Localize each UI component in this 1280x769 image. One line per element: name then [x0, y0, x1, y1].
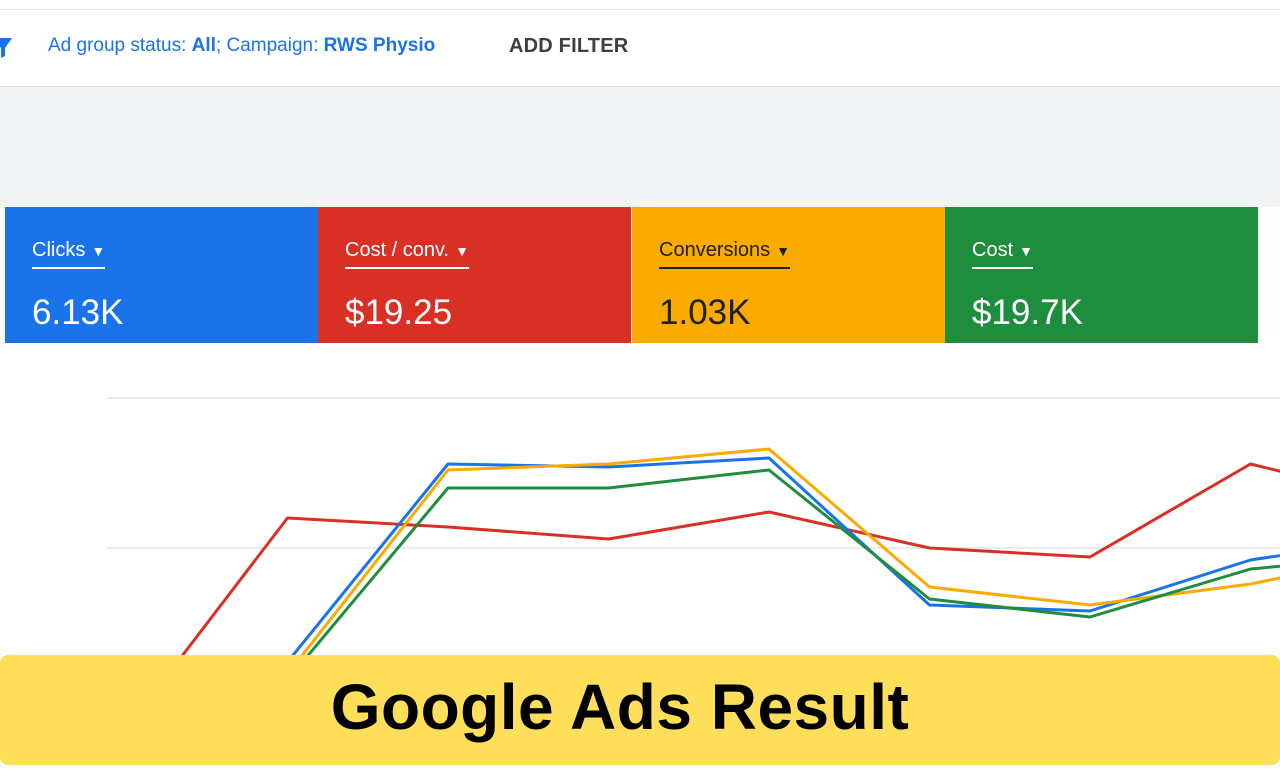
filter-icon[interactable] — [0, 34, 14, 60]
metric-label: Cost / conv. — [345, 239, 450, 261]
gray-spacer — [0, 87, 1280, 207]
metric-selector-clicks[interactable]: Clicks ▼ — [32, 239, 106, 269]
metric-label: Cost — [972, 239, 1014, 261]
series-cost-per-conversion-line — [180, 462, 1280, 655]
series-clicks-line — [291, 456, 1280, 655]
caret-down-icon: ▼ — [455, 242, 469, 259]
metric-card-clicks[interactable]: Clicks ▼ 6.13K — [5, 207, 318, 343]
result-banner: Google Ads Result — [0, 655, 1280, 765]
underline — [32, 267, 106, 269]
series-conversions-line — [300, 447, 1280, 655]
metric-selector-conversions[interactable]: Conversions ▼ — [659, 239, 791, 269]
metric-value: $19.7K — [972, 293, 1083, 332]
metric-selector-cost[interactable]: Cost ▼ — [972, 239, 1033, 269]
metric-value: 1.03K — [659, 293, 751, 332]
divider — [0, 9, 1280, 10]
filter-bar: Ad group status: All; Campaign: RWS Phys… — [0, 0, 1280, 87]
campaign-filter-value: RWS Physio — [323, 35, 436, 56]
add-filter-button[interactable]: ADD FILTER — [509, 35, 628, 58]
metric-value: 6.13K — [32, 293, 124, 332]
caret-down-icon: ▼ — [1019, 242, 1033, 259]
underline — [972, 267, 1033, 269]
metric-label: Conversions — [659, 239, 771, 261]
status-filter-label: Ad group status: — [48, 35, 192, 56]
caret-down-icon: ▼ — [776, 242, 791, 259]
caret-down-icon: ▼ — [91, 242, 106, 259]
metric-value: $19.25 — [345, 293, 453, 332]
underline — [659, 267, 791, 269]
metric-label: Clicks — [32, 239, 86, 261]
active-filters[interactable]: Ad group status: All; Campaign: RWS Phys… — [48, 35, 435, 57]
status-filter-value: All — [191, 35, 216, 56]
campaign-filter-label: ; Campaign: — [215, 35, 324, 56]
metric-card-conversions[interactable]: Conversions ▼ 1.03K — [632, 207, 945, 343]
metric-card-cost-per-conversion[interactable]: Cost / conv. ▼ $19.25 — [318, 207, 631, 343]
underline — [345, 267, 469, 269]
performance-line-chart — [107, 397, 1280, 655]
series-cost-line — [306, 468, 1280, 655]
metric-card-cost[interactable]: Cost ▼ $19.7K — [945, 207, 1258, 343]
metric-selector-cost-per-conversion[interactable]: Cost / conv. ▼ — [345, 239, 469, 269]
banner-title: Google Ads Result — [330, 671, 910, 743]
